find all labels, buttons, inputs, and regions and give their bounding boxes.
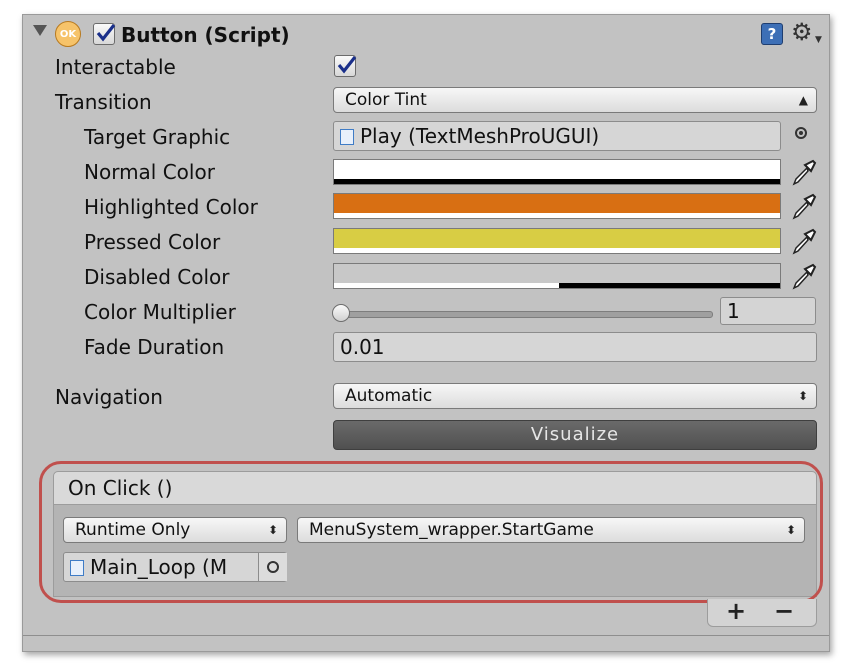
gear-icon[interactable]: ⚙ — [791, 17, 813, 47]
navigation-value: Automatic — [345, 386, 433, 406]
navigation-label: Navigation — [55, 385, 163, 409]
gear-menu-arrow-icon[interactable]: ▼ — [815, 35, 822, 45]
foldout-arrow-icon[interactable] — [33, 25, 47, 36]
eyedropper-icon[interactable] — [789, 226, 819, 256]
disabled-color-label: Disabled Color — [84, 265, 230, 289]
eyedropper-icon[interactable] — [789, 157, 819, 187]
normal-color-label: Normal Color — [84, 160, 215, 184]
target-graphic-label: Target Graphic — [84, 125, 231, 149]
disabled-alpha-bar-dark — [559, 283, 780, 288]
dropdown-arrows-icon: ▲ — [798, 93, 808, 107]
fade-duration-input[interactable]: 0.01 — [333, 332, 817, 362]
button-component-icon: OK — [55, 21, 81, 47]
pressed-color-label: Pressed Color — [84, 230, 221, 254]
target-graphic-value: Play (TextMeshProUGUI) — [360, 124, 600, 148]
interactable-label: Interactable — [55, 55, 176, 79]
interactable-checkbox[interactable] — [334, 55, 357, 77]
remove-listener-button[interactable]: − — [774, 597, 794, 625]
color-multiplier-label: Color Multiplier — [84, 300, 236, 324]
eyedropper-icon[interactable] — [789, 191, 819, 221]
color-multiplier-value: 1 — [727, 299, 740, 323]
component-badge-text: OK — [59, 29, 77, 40]
component-title: Button (Script) — [121, 23, 290, 47]
dropdown-arrows-icon: ⬍ — [797, 389, 808, 403]
pressed-alpha-bar — [334, 248, 780, 253]
object-picker-icon[interactable] — [795, 127, 807, 139]
pressed-color-swatch[interactable] — [333, 228, 781, 254]
disabled-alpha-bar-light — [334, 283, 559, 288]
transition-dropdown[interactable]: Color Tint ▲ — [333, 87, 817, 113]
color-multiplier-slider-thumb[interactable] — [332, 304, 350, 322]
add-remove-group: + − — [707, 597, 817, 627]
inspector-panel: OK Button (Script) ? ⚙ ▼ Interactable Tr… — [22, 14, 830, 652]
highlight-ring — [39, 461, 823, 603]
highlighted-color-swatch[interactable] — [333, 193, 781, 219]
component-enabled-checkbox[interactable] — [93, 23, 116, 45]
disabled-color-swatch[interactable] — [333, 263, 781, 289]
transition-label: Transition — [55, 90, 152, 114]
normal-alpha-bar — [334, 179, 780, 184]
normal-color-swatch[interactable] — [333, 159, 781, 185]
transition-value: Color Tint — [345, 90, 427, 110]
fade-duration-label: Fade Duration — [84, 335, 225, 359]
fade-duration-value: 0.01 — [340, 335, 385, 359]
highlighted-color-label: Highlighted Color — [84, 195, 258, 219]
target-graphic-field[interactable]: Play (TextMeshProUGUI) — [333, 121, 781, 151]
color-multiplier-slider-track[interactable] — [341, 311, 713, 318]
highlighted-alpha-bar — [334, 213, 780, 218]
check-icon — [337, 56, 357, 74]
visualize-button[interactable]: Visualize — [333, 420, 817, 450]
add-listener-button[interactable]: + — [726, 597, 746, 625]
script-object-icon — [340, 129, 354, 145]
color-multiplier-input[interactable]: 1 — [720, 297, 816, 325]
visualize-label: Visualize — [530, 424, 620, 445]
eyedropper-icon[interactable] — [789, 261, 819, 291]
section-divider — [23, 635, 829, 636]
navigation-dropdown[interactable]: Automatic ⬍ — [333, 383, 817, 409]
check-icon — [96, 24, 116, 42]
help-book-icon[interactable]: ? — [761, 23, 783, 45]
